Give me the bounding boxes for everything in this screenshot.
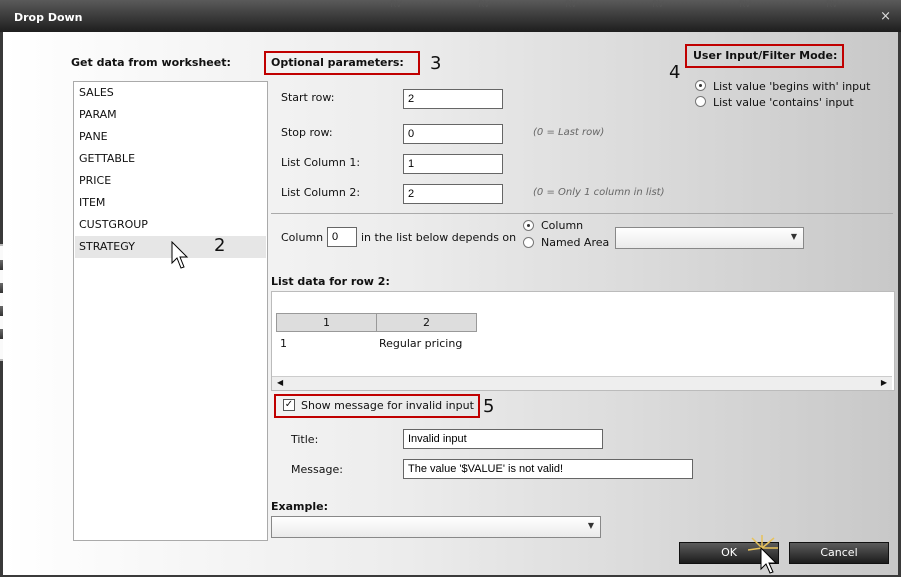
close-icon[interactable]: × [880, 9, 891, 24]
chevron-down-icon: ▼ [587, 521, 594, 530]
column-radio-label[interactable]: Column [541, 219, 583, 232]
contains-radio[interactable] [695, 96, 706, 107]
horizontal-scrollbar[interactable]: ◀ ▶ [272, 376, 892, 390]
named-area-dropdown[interactable]: ▼ [615, 227, 804, 249]
optional-parameters-label: Optional parameters: [271, 56, 404, 69]
start-row-label: Start row: [281, 91, 335, 104]
named-area-radio[interactable] [523, 237, 534, 248]
table-cell: 1 [280, 337, 287, 350]
list-data-grid[interactable]: 1 2 1 Regular pricing ◀ ▶ [271, 291, 895, 391]
annotation-number: 5 [483, 396, 495, 417]
begins-with-radio[interactable] [695, 80, 706, 91]
example-label: Example: [271, 500, 328, 513]
window-title: Drop Down [14, 11, 83, 24]
contains-label[interactable]: List value 'contains' input [713, 96, 854, 109]
message-text-input[interactable] [403, 459, 693, 479]
stop-row-input[interactable] [403, 124, 503, 144]
filter-mode-label: User Input/Filter Mode: [693, 49, 838, 62]
mouse-cursor-icon [171, 241, 189, 269]
click-burst-cursor-icon [748, 535, 778, 574]
message-title-input[interactable] [403, 429, 603, 449]
annotation-number: 4 [669, 62, 681, 83]
annotation-number: 2 [214, 235, 226, 256]
list-item[interactable]: CUSTGROUP [79, 214, 265, 236]
scroll-right-icon[interactable]: ▶ [881, 378, 887, 387]
column-header: 2 [376, 313, 477, 332]
depends-prefix-label: Column [281, 231, 324, 244]
start-row-input[interactable] [403, 89, 503, 109]
message-title-label: Title: [291, 433, 319, 446]
named-area-radio-label[interactable]: Named Area [541, 236, 609, 249]
message-text-label: Message: [291, 463, 343, 476]
stop-row-hint: (0 = Last row) [533, 127, 605, 138]
list-column-1-input[interactable] [403, 154, 503, 174]
list-column-2-label: List Column 2: [281, 186, 361, 199]
show-message-label[interactable]: Show message for invalid input [301, 399, 474, 412]
begins-with-label[interactable]: List value 'begins with' input [713, 80, 870, 93]
background-label: RV [826, 0, 838, 10]
annotation-number: 3 [430, 53, 442, 74]
list-column-2-input[interactable] [403, 184, 503, 204]
list-column-2-hint: (0 = Only 1 column in list) [533, 187, 665, 198]
list-item[interactable]: GETTABLE [79, 148, 265, 170]
depends-suffix-label: in the list below depends on [361, 231, 517, 244]
table-cell: Regular pricing [379, 337, 463, 350]
list-item[interactable]: PRICE [79, 170, 265, 192]
title-bar: RV RV RV RV RV RV Drop Down × [0, 0, 901, 32]
divider [271, 213, 893, 214]
list-item[interactable]: PARAM [79, 104, 265, 126]
list-item[interactable]: SALES [79, 82, 265, 104]
background-label: RV [565, 0, 577, 10]
stop-row-label: Stop row: [281, 126, 333, 139]
depends-column-input[interactable] [327, 227, 357, 247]
column-radio[interactable] [523, 220, 534, 231]
background-label: RV [390, 0, 402, 10]
chevron-down-icon: ▼ [790, 232, 797, 241]
list-column-1-label: List Column 1: [281, 156, 361, 169]
list-item[interactable]: PANE [79, 126, 265, 148]
background-label: RV [652, 0, 664, 10]
list-data-label: List data for row 2: [271, 275, 390, 288]
column-header: 1 [276, 313, 377, 332]
worksheet-list[interactable]: SALES PARAM PANE GETTABLE PRICE ITEM CUS… [73, 81, 268, 541]
background-label: RV [739, 0, 751, 10]
show-message-checkbox[interactable]: ✓ [283, 399, 295, 411]
background-label: RV [478, 0, 490, 10]
scroll-left-icon[interactable]: ◀ [277, 378, 283, 387]
list-item[interactable]: ITEM [79, 192, 265, 214]
worksheet-label: Get data from worksheet: [71, 56, 231, 69]
example-dropdown[interactable]: ▼ [271, 516, 601, 538]
cancel-button[interactable]: Cancel [789, 542, 889, 564]
